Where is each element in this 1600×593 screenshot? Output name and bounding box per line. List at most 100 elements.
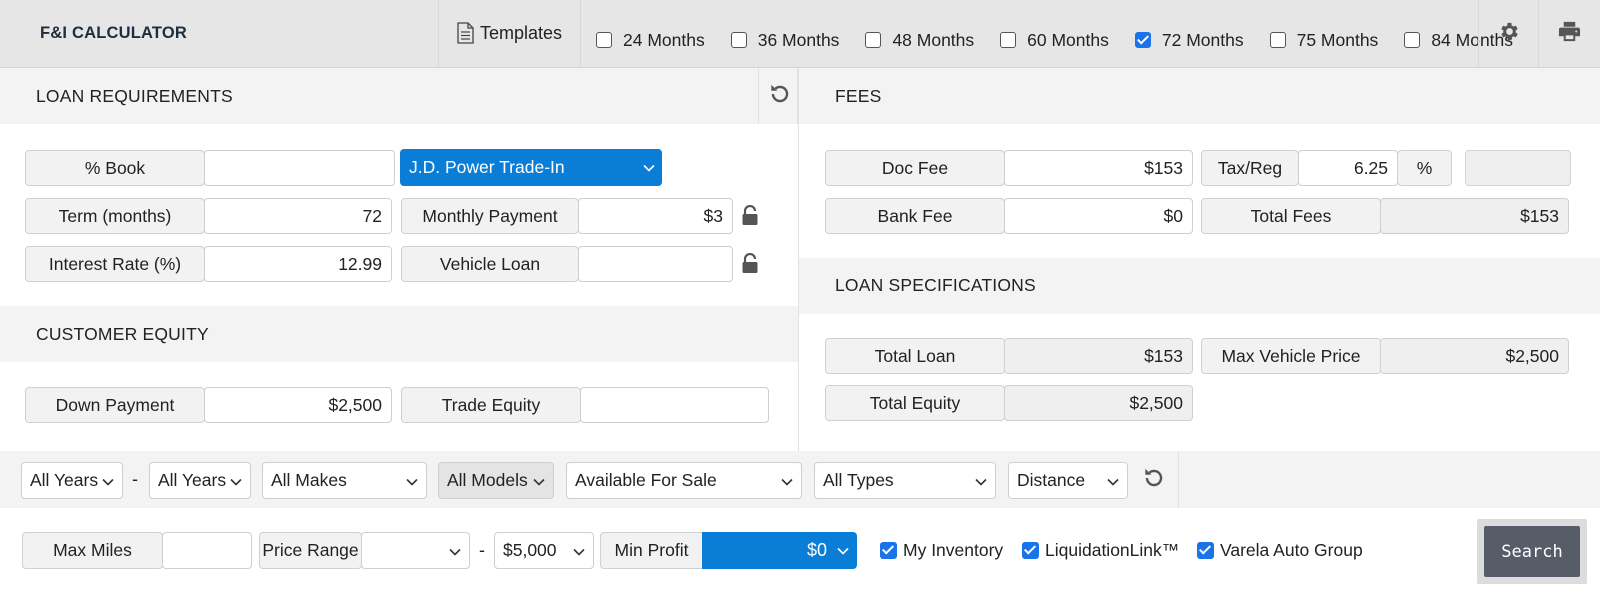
price-min-select[interactable] xyxy=(361,532,470,569)
checkbox[interactable] xyxy=(1269,32,1286,48)
chevron-down-icon xyxy=(449,548,461,556)
price-range-label: Price Range xyxy=(259,532,362,569)
bank-fee-input[interactable]: $0 xyxy=(1004,198,1193,234)
total-fees-value: $153 xyxy=(1380,198,1569,234)
types-select[interactable]: All Types xyxy=(814,462,996,499)
monthly-payment-input[interactable]: $3 xyxy=(578,198,733,234)
models-select[interactable]: All Models xyxy=(438,462,554,499)
min-profit-label: Min Profit xyxy=(600,532,703,569)
templates-button[interactable]: Templates xyxy=(457,22,562,44)
term-label: 48 Months xyxy=(892,29,975,50)
distance-select[interactable]: Distance xyxy=(1008,462,1128,499)
doc-fee-input[interactable]: $153 xyxy=(1004,150,1193,186)
max-vehicle-price-label: Max Vehicle Price xyxy=(1201,338,1381,374)
term-label: 75 Months xyxy=(1296,29,1379,50)
section-title: LOAN REQUIREMENTS xyxy=(36,86,233,106)
checkbox[interactable] xyxy=(1022,542,1039,559)
year-from-select[interactable]: All Years xyxy=(21,462,123,499)
term-check-36[interactable]: 36 Months xyxy=(730,29,840,51)
source-liquidationlink[interactable]: LiquidationLink™ xyxy=(1022,540,1179,561)
source-label: My Inventory xyxy=(903,540,1004,560)
chevron-down-icon xyxy=(406,478,418,486)
checkbox[interactable] xyxy=(1404,32,1421,48)
checkbox[interactable] xyxy=(880,542,897,559)
select-value: $5,000 xyxy=(503,540,557,560)
term-label: 60 Months xyxy=(1027,29,1109,50)
section-title: CUSTOMER EQUITY xyxy=(36,324,209,344)
min-profit-select[interactable]: $0 xyxy=(702,532,857,569)
makes-select[interactable]: All Makes xyxy=(262,462,427,499)
fees-header: FEES xyxy=(799,68,1600,124)
customer-equity-header: CUSTOMER EQUITY xyxy=(0,306,798,362)
term-check-48[interactable]: 48 Months xyxy=(865,30,974,51)
printer-icon xyxy=(1558,21,1581,42)
search-button[interactable]: Search xyxy=(1484,526,1580,577)
tax-rate-input[interactable]: 6.25 xyxy=(1298,150,1398,186)
term-check-60[interactable]: 60 Months xyxy=(1000,30,1109,51)
price-max-select[interactable]: $5,000 xyxy=(494,532,594,569)
lock-icon[interactable] xyxy=(741,205,759,227)
templates-label: Templates xyxy=(480,22,563,43)
checkbox[interactable] xyxy=(1134,32,1151,48)
loan-requirements-header: LOAN REQUIREMENTS xyxy=(0,68,798,124)
down-payment-input[interactable]: $2,500 xyxy=(204,387,392,423)
chevron-down-icon xyxy=(533,478,545,486)
settings-button[interactable] xyxy=(1478,0,1539,68)
vehicle-loan-input[interactable] xyxy=(578,246,733,282)
checkbox[interactable] xyxy=(730,32,747,48)
book-source-select[interactable]: J.D. Power Trade-In xyxy=(400,149,662,186)
templates-cell: Templates xyxy=(438,0,581,68)
source-label: LiquidationLink™ xyxy=(1045,540,1180,560)
term-check-24[interactable]: 24 Months xyxy=(596,30,705,51)
down-payment-label: Down Payment xyxy=(25,387,205,423)
total-loan-label: Total Loan xyxy=(825,338,1005,374)
checkbox[interactable] xyxy=(865,32,882,48)
gear-icon xyxy=(1501,22,1518,41)
availability-select[interactable]: Available For Sale xyxy=(566,462,802,499)
max-vehicle-price-value: $2,500 xyxy=(1380,338,1569,374)
max-miles-input[interactable] xyxy=(162,532,252,569)
checkbox[interactable] xyxy=(1197,542,1214,559)
chevron-down-icon xyxy=(230,478,242,486)
total-fees-label: Total Fees xyxy=(1201,198,1381,234)
lock-icon[interactable] xyxy=(741,253,759,275)
tax-reg-label: Tax/Reg xyxy=(1201,150,1299,186)
trade-equity-label: Trade Equity xyxy=(401,387,581,423)
chevron-down-icon xyxy=(102,478,114,486)
year-range-separator: - xyxy=(132,469,138,489)
checkbox[interactable] xyxy=(596,32,612,48)
term-label: 24 Months xyxy=(623,29,705,50)
doc-fee-label: Doc Fee xyxy=(825,150,1005,186)
term-check-75[interactable]: 75 Months xyxy=(1269,29,1379,51)
tax-percent-unit: % xyxy=(1397,150,1452,186)
interest-rate-input[interactable]: 12.99 xyxy=(204,246,392,282)
tax-amount-display xyxy=(1465,150,1571,186)
reset-loan-button[interactable] xyxy=(758,68,798,124)
total-loan-value: $153 xyxy=(1004,338,1193,374)
column-divider xyxy=(798,68,799,451)
book-input[interactable] xyxy=(204,150,395,186)
select-value: All Years xyxy=(30,470,99,490)
reset-filters-button[interactable] xyxy=(1129,451,1179,508)
reset-icon xyxy=(771,84,789,103)
year-to-select[interactable]: All Years xyxy=(149,462,251,499)
vehicle-loan-label: Vehicle Loan xyxy=(401,246,579,282)
term-label: 72 Months xyxy=(1161,29,1244,50)
term-label: 36 Months xyxy=(757,29,840,50)
print-button[interactable] xyxy=(1539,0,1600,68)
document-icon xyxy=(457,22,474,44)
trade-equity-input[interactable] xyxy=(580,387,769,423)
bank-fee-label: Bank Fee xyxy=(825,198,1005,234)
term-check-72[interactable]: 72 Months xyxy=(1134,29,1244,51)
select-value: All Types xyxy=(823,470,894,490)
select-value: All Years xyxy=(158,470,227,490)
source-label: Varela Auto Group xyxy=(1220,540,1363,560)
reset-icon xyxy=(1145,468,1163,487)
chevron-down-icon xyxy=(837,547,849,555)
checkbox[interactable] xyxy=(1000,32,1017,48)
chevron-down-icon xyxy=(781,478,793,486)
source-varela-auto-group[interactable]: Varela Auto Group xyxy=(1197,540,1363,561)
chevron-down-icon xyxy=(1107,478,1119,486)
source-my-inventory[interactable]: My Inventory xyxy=(880,540,1003,561)
term-input[interactable]: 72 xyxy=(204,198,392,234)
